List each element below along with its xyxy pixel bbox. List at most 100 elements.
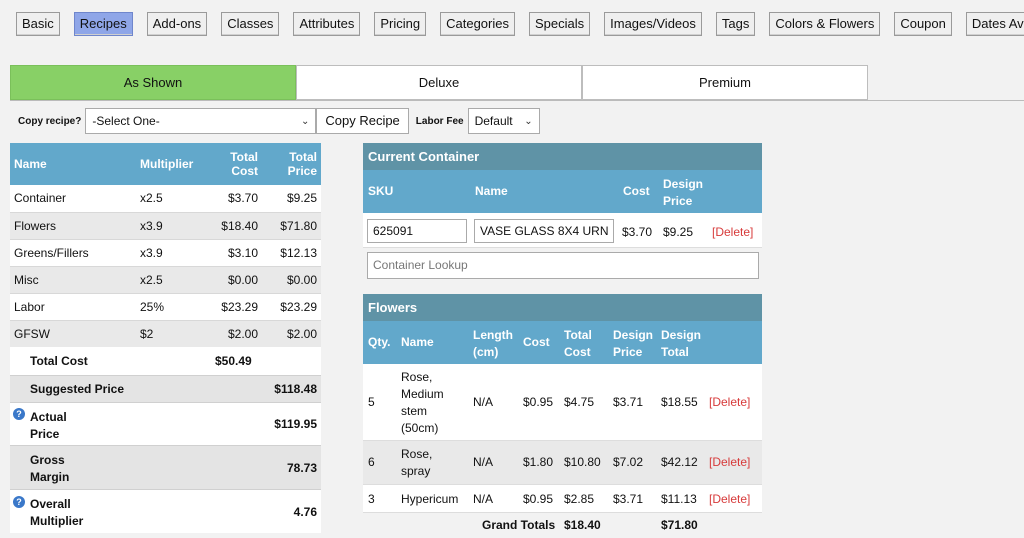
container-cost: $3.70 xyxy=(622,225,653,239)
summary-cell: $18.40 xyxy=(206,212,262,240)
flowers-header-design-total: Design Total xyxy=(661,328,702,359)
suggested-price-label: Suggested Price xyxy=(30,382,125,396)
chevron-down-icon: ⌄ xyxy=(524,115,533,127)
flower-design-total: $18.55 xyxy=(661,395,698,409)
copy-recipe-select-value: -Select One- xyxy=(92,114,160,128)
summary-cell: x3.9 xyxy=(136,239,206,267)
table-row: Greens/Fillers x3.9 $3.10 $12.13 xyxy=(10,239,321,267)
flower-delete-link[interactable]: [Delete] xyxy=(709,395,750,409)
gross-margin-label: Gross Margin xyxy=(30,453,70,484)
table-row: 6 Rose, spray N/A $1.80 $10.80 $7.02 $42… xyxy=(363,441,762,485)
flower-length: N/A xyxy=(473,395,494,409)
grand-totals-label: Grand Totals xyxy=(482,518,556,532)
summary-cell: $2.00 xyxy=(206,320,262,348)
summary-cell: 25% xyxy=(136,293,206,321)
flower-cost: $0.95 xyxy=(523,395,554,409)
container-lookup-row: Container Lookup xyxy=(363,248,762,284)
tab-add-ons[interactable]: Add-ons xyxy=(146,12,208,36)
suggested-price-row: Suggested Price $118.48 xyxy=(10,375,321,402)
flower-total-cost: $10.80 xyxy=(564,455,601,469)
summary-header-multiplier: Multiplier xyxy=(136,143,206,185)
help-icon[interactable]: ? xyxy=(13,408,25,420)
tab-colors-flowers[interactable]: Colors & Flowers xyxy=(769,12,881,36)
flower-delete-link[interactable]: [Delete] xyxy=(709,492,750,506)
chevron-down-icon: ⌄ xyxy=(300,115,310,127)
tab-images-videos[interactable]: Images/Videos xyxy=(604,12,702,36)
container-sku-input[interactable]: 625091 xyxy=(367,219,467,243)
copy-recipe-button[interactable]: Copy Recipe xyxy=(316,108,409,134)
gross-margin-row: Gross Margin 78.73 xyxy=(10,445,321,489)
flower-qty: 6 xyxy=(368,455,375,469)
flower-length: N/A xyxy=(473,492,494,506)
variant-tab-bar: As Shown Deluxe Premium xyxy=(10,65,1024,101)
total-cost-label: Total Cost xyxy=(30,354,88,368)
summary-cell: $3.10 xyxy=(206,239,262,267)
container-design-price: $9.25 xyxy=(663,225,694,239)
flower-design-price: $3.71 xyxy=(613,395,644,409)
tab-specials[interactable]: Specials xyxy=(528,12,591,36)
tab-coupon[interactable]: Coupon xyxy=(894,12,952,36)
flowers-panel: Flowers Qty. Name Length (cm) Cost Total… xyxy=(363,294,762,536)
container-header-cost: Cost xyxy=(623,184,650,198)
container-header-row: SKU Name Cost Design Price xyxy=(363,170,762,213)
table-row: Flowers x3.9 $18.40 $71.80 xyxy=(10,212,321,240)
summary-header-total-cost: Total Cost xyxy=(206,143,262,185)
summary-header-name: Name xyxy=(10,143,136,185)
copy-recipe-select[interactable]: -Select One- ⌄ xyxy=(85,108,317,134)
tab-tags[interactable]: Tags xyxy=(715,12,756,36)
copy-recipe-label: Copy recipe? xyxy=(18,115,82,127)
variant-deluxe[interactable]: Deluxe xyxy=(296,65,582,100)
flowers-header-name: Name xyxy=(401,335,434,349)
summary-cell: Greens/Fillers xyxy=(10,239,136,267)
tab-classes[interactable]: Classes xyxy=(221,12,280,36)
total-cost-value: $50.49 xyxy=(215,354,252,368)
flowers-title: Flowers xyxy=(363,294,762,321)
flower-name: Rose, Medium stem (50cm) xyxy=(401,370,444,435)
flower-length: N/A xyxy=(473,455,494,469)
flowers-header-length: Length (cm) xyxy=(473,328,513,359)
flower-total-cost: $2.85 xyxy=(564,492,595,506)
variant-as-shown[interactable]: As Shown xyxy=(10,65,296,100)
container-delete-link[interactable]: [Delete] xyxy=(712,225,753,239)
summary-header-total-price: Total Price xyxy=(262,143,321,185)
labor-fee-label: Labor Fee xyxy=(415,115,464,127)
variant-premium[interactable]: Premium xyxy=(582,65,868,100)
table-row: Container x2.5 $3.70 $9.25 xyxy=(10,185,321,213)
container-name-input[interactable]: VASE GLASS 8X4 URN xyxy=(474,219,614,243)
tab-dates-available[interactable]: Dates Available xyxy=(965,12,1024,36)
container-row: 625091 VASE GLASS 8X4 URN $3.70 $9.25 [D… xyxy=(363,213,762,248)
gross-margin-value: 78.73 xyxy=(286,460,317,475)
labor-fee-select[interactable]: Default ⌄ xyxy=(467,108,540,134)
grand-totals-design: $71.80 xyxy=(661,518,698,532)
container-lookup-input[interactable]: Container Lookup xyxy=(367,252,759,279)
tab-pricing[interactable]: Pricing xyxy=(374,12,427,36)
summary-cell: $2 xyxy=(136,320,206,348)
summary-cell: $12.13 xyxy=(262,239,321,267)
container-header-sku: SKU xyxy=(368,184,394,198)
flower-cost: $1.80 xyxy=(523,455,554,469)
tab-recipes[interactable]: Recipes xyxy=(73,12,133,36)
current-container-panel: Current Container SKU Name Cost Design P… xyxy=(363,143,762,284)
tab-categories[interactable]: Categories xyxy=(440,12,515,36)
help-icon[interactable]: ? xyxy=(13,496,25,508)
flower-cost: $0.95 xyxy=(523,492,554,506)
tab-basic[interactable]: Basic xyxy=(16,12,60,36)
flower-design-total: $42.12 xyxy=(661,455,698,469)
total-cost-row: Total Cost $50.49 xyxy=(10,347,321,375)
flower-delete-link[interactable]: [Delete] xyxy=(709,455,750,469)
summary-cell: Container xyxy=(10,185,136,213)
flower-design-price: $3.71 xyxy=(613,492,644,506)
current-container-title: Current Container xyxy=(363,143,762,170)
summary-cell: Misc xyxy=(10,266,136,294)
summary-cell: $23.29 xyxy=(262,293,321,321)
grand-totals-cost: $18.40 xyxy=(564,518,601,532)
summary-cell: $2.00 xyxy=(262,320,321,348)
actual-price-label: Actual Price xyxy=(30,410,67,441)
flowers-header-design-price: Design Price xyxy=(613,328,654,359)
flower-design-total: $11.13 xyxy=(661,492,697,506)
summary-cell: $0.00 xyxy=(206,266,262,294)
copy-recipe-row: Copy recipe? -Select One- ⌄ Copy Recipe … xyxy=(18,108,540,134)
tab-attributes[interactable]: Attributes xyxy=(293,12,361,36)
grand-totals-row: Grand Totals $18.40 $71.80 xyxy=(363,513,762,536)
container-header-name: Name xyxy=(475,184,508,198)
